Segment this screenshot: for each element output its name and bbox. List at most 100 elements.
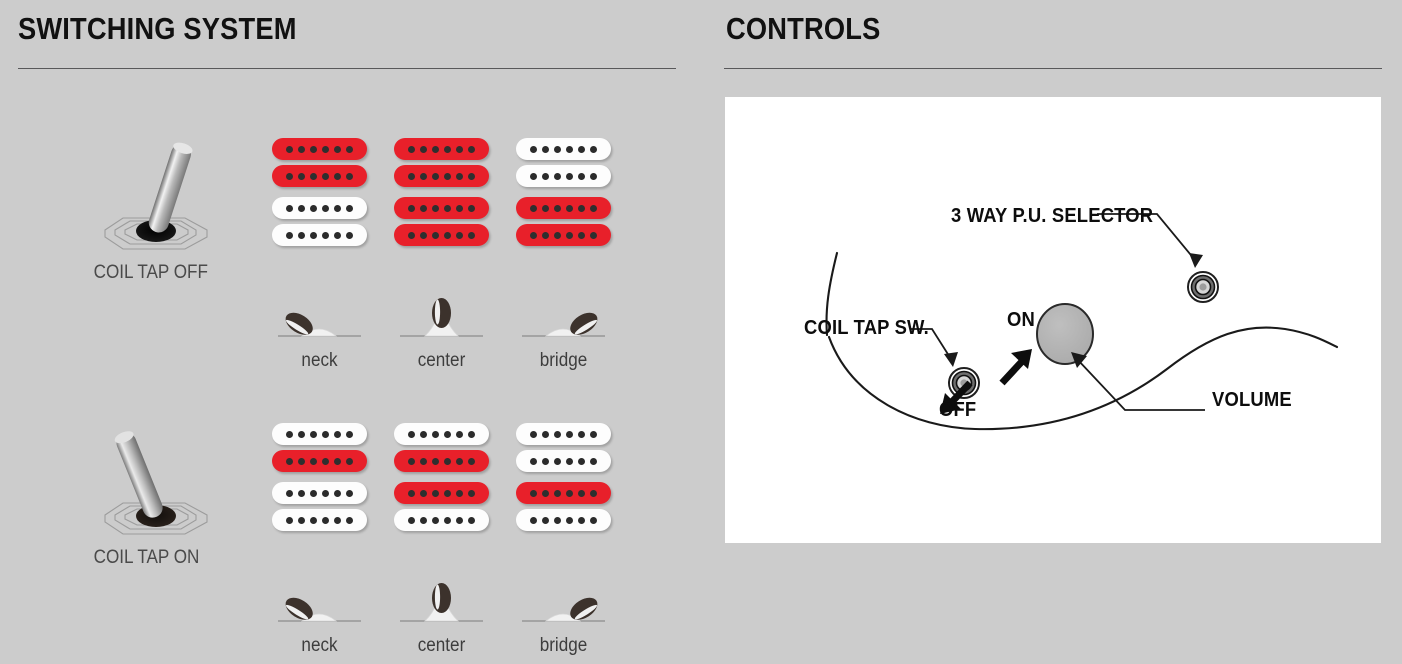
pole-piece xyxy=(298,204,305,212)
pole-piece xyxy=(578,172,585,180)
pole-piece xyxy=(346,231,353,239)
pickup-matrix-coil-tap-on xyxy=(272,423,611,531)
pole-piece xyxy=(578,204,585,212)
selector-center-icon xyxy=(394,298,489,348)
coil xyxy=(272,423,367,445)
pole-piece xyxy=(456,489,463,497)
pickup-bridge-position-bridge xyxy=(516,197,611,246)
pickup-bridge-position-center xyxy=(394,197,489,246)
pole-piece xyxy=(542,145,549,153)
pole-piece xyxy=(322,145,329,153)
pole-piece xyxy=(310,457,317,465)
pole-piece xyxy=(530,204,537,212)
pole-piece xyxy=(456,172,463,180)
selector-position-center[interactable]: center xyxy=(394,298,489,372)
pole-piece xyxy=(334,430,341,438)
pole-piece xyxy=(298,231,305,239)
label-volume: VOLUME xyxy=(1212,389,1292,411)
pole-piece xyxy=(590,457,597,465)
coil xyxy=(516,482,611,504)
selector-caption: neck xyxy=(301,350,338,371)
pole-piece xyxy=(554,231,561,239)
coil xyxy=(516,197,611,219)
pole-piece xyxy=(554,457,561,465)
pole-piece xyxy=(420,172,427,180)
pole-piece xyxy=(334,145,341,153)
selector-caption: center xyxy=(417,350,466,371)
coil xyxy=(272,482,367,504)
pole-piece xyxy=(432,231,439,239)
pickup-neck-position-center xyxy=(394,138,489,187)
coil xyxy=(516,509,611,531)
pickup-bridge-position-neck xyxy=(272,482,367,531)
pole-piece xyxy=(530,489,537,497)
pole-piece xyxy=(310,516,317,524)
selector-position-bridge[interactable]: bridge xyxy=(516,583,611,657)
pole-piece xyxy=(468,172,475,180)
pole-piece xyxy=(408,457,415,465)
pole-piece xyxy=(530,430,537,438)
selector-neck-icon xyxy=(272,583,367,633)
pole-piece xyxy=(542,172,549,180)
coil xyxy=(394,482,489,504)
pickup-neck-position-neck xyxy=(272,138,367,187)
toggle-switch-right-icon[interactable] xyxy=(85,130,235,260)
pole-piece xyxy=(468,204,475,212)
pole-piece xyxy=(334,172,341,180)
pole-piece xyxy=(420,430,427,438)
pole-piece xyxy=(298,489,305,497)
selector-position-center[interactable]: center xyxy=(394,583,489,657)
pole-piece xyxy=(298,172,305,180)
selector-caption: center xyxy=(417,635,466,656)
coil xyxy=(394,450,489,472)
pickup-neck-position-neck xyxy=(272,423,367,472)
pole-piece xyxy=(310,172,317,180)
pickup-row-neck xyxy=(272,423,611,472)
pickup-row-neck xyxy=(272,138,611,187)
pickup-bridge-position-bridge xyxy=(516,482,611,531)
pole-piece xyxy=(542,489,549,497)
pole-piece xyxy=(298,516,305,524)
pickup-neck-position-center xyxy=(394,423,489,472)
divider-switching xyxy=(18,68,676,69)
pole-piece xyxy=(444,516,451,524)
leader-line-volume xyxy=(1076,358,1205,411)
pole-piece xyxy=(444,172,451,180)
pole-piece xyxy=(566,172,573,180)
pole-piece xyxy=(554,145,561,153)
pole-piece xyxy=(286,204,293,212)
pole-piece xyxy=(590,489,597,497)
pole-piece xyxy=(456,516,463,524)
pole-piece xyxy=(310,489,317,497)
pole-piece xyxy=(310,145,317,153)
coil xyxy=(516,138,611,160)
pole-piece xyxy=(444,457,451,465)
volume-knob-icon xyxy=(1036,303,1094,365)
pole-piece xyxy=(590,145,597,153)
pole-piece xyxy=(432,516,439,524)
page-title-controls: CONTROLS xyxy=(726,11,881,46)
pole-piece xyxy=(590,172,597,180)
coil xyxy=(272,509,367,531)
pole-piece xyxy=(346,145,353,153)
pole-piece xyxy=(566,457,573,465)
coil xyxy=(394,138,489,160)
pole-piece xyxy=(542,457,549,465)
pickup-bridge-position-center xyxy=(394,482,489,531)
selector-row-coil-tap-off: neck center bridge xyxy=(272,298,611,372)
selector-position-bridge[interactable]: bridge xyxy=(516,298,611,372)
pole-piece xyxy=(286,489,293,497)
arrowhead-coil-tap xyxy=(944,352,958,367)
pole-piece xyxy=(408,204,415,212)
pole-piece xyxy=(444,145,451,153)
selector-position-neck[interactable]: neck xyxy=(272,298,367,372)
coil xyxy=(272,138,367,160)
pole-piece xyxy=(444,430,451,438)
selector-caption: bridge xyxy=(539,635,588,656)
pole-piece xyxy=(456,231,463,239)
controls-diagram-panel: 3 WAY P.U. SELECTOR COIL TAP SW. ON OFF … xyxy=(725,97,1381,543)
coil xyxy=(394,197,489,219)
pickup-row-bridge xyxy=(272,482,611,531)
toggle-switch-left-icon[interactable] xyxy=(85,415,235,545)
selector-position-neck[interactable]: neck xyxy=(272,583,367,657)
